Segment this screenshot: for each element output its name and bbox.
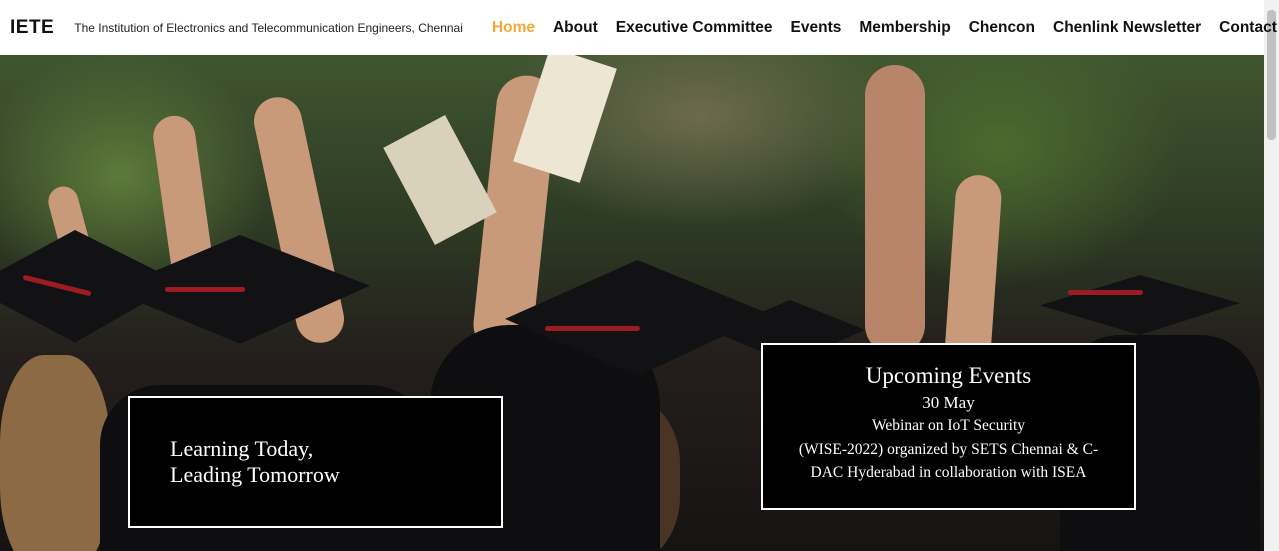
nav-membership[interactable]: Membership xyxy=(850,19,959,37)
nav-executive-committee[interactable]: Executive Committee xyxy=(607,19,782,37)
tagline-line-2: Leading Tomorrow xyxy=(170,462,340,487)
nav-chencon[interactable]: Chencon xyxy=(960,19,1044,37)
events-title: Upcoming Events xyxy=(865,363,1032,388)
hero-banner: Learning Today, Leading Tomorrow Upcomin… xyxy=(0,55,1264,551)
nav-about[interactable]: About xyxy=(544,19,607,37)
event-date: 30 May xyxy=(922,393,975,412)
top-navbar: IETE The Institution of Electronics and … xyxy=(0,0,1277,55)
main-nav: Home About Executive Committee Events Me… xyxy=(483,19,1279,37)
brand-logo-text[interactable]: IETE xyxy=(10,17,54,39)
event-description-line[interactable]: DAC Hyderabad in collaboration with ISEA xyxy=(763,461,1134,485)
site-subtitle: The Institution of Electronics and Telec… xyxy=(74,20,463,35)
tagline-box: Learning Today, Leading Tomorrow xyxy=(128,396,503,528)
hair xyxy=(0,355,110,551)
raised-arm xyxy=(865,65,925,355)
tassel xyxy=(1068,290,1143,295)
nav-events[interactable]: Events xyxy=(782,19,851,37)
event-description-line[interactable]: Webinar on IoT Security xyxy=(763,414,1134,438)
book xyxy=(383,115,497,245)
book xyxy=(513,55,617,183)
nav-chenlink-newsletter[interactable]: Chenlink Newsletter xyxy=(1044,19,1210,37)
tassel xyxy=(545,326,640,331)
page-scrollbar[interactable] xyxy=(1264,0,1279,551)
tassel xyxy=(165,287,245,292)
nav-contact[interactable]: Contact xyxy=(1210,19,1279,37)
event-description-line[interactable]: (WISE-2022) organized by SETS Chennai & … xyxy=(763,438,1134,462)
upcoming-events-box: Upcoming Events 30 May Webinar on IoT Se… xyxy=(761,343,1136,510)
nav-home[interactable]: Home xyxy=(483,19,544,37)
tagline-line-1: Learning Today, xyxy=(170,436,314,461)
